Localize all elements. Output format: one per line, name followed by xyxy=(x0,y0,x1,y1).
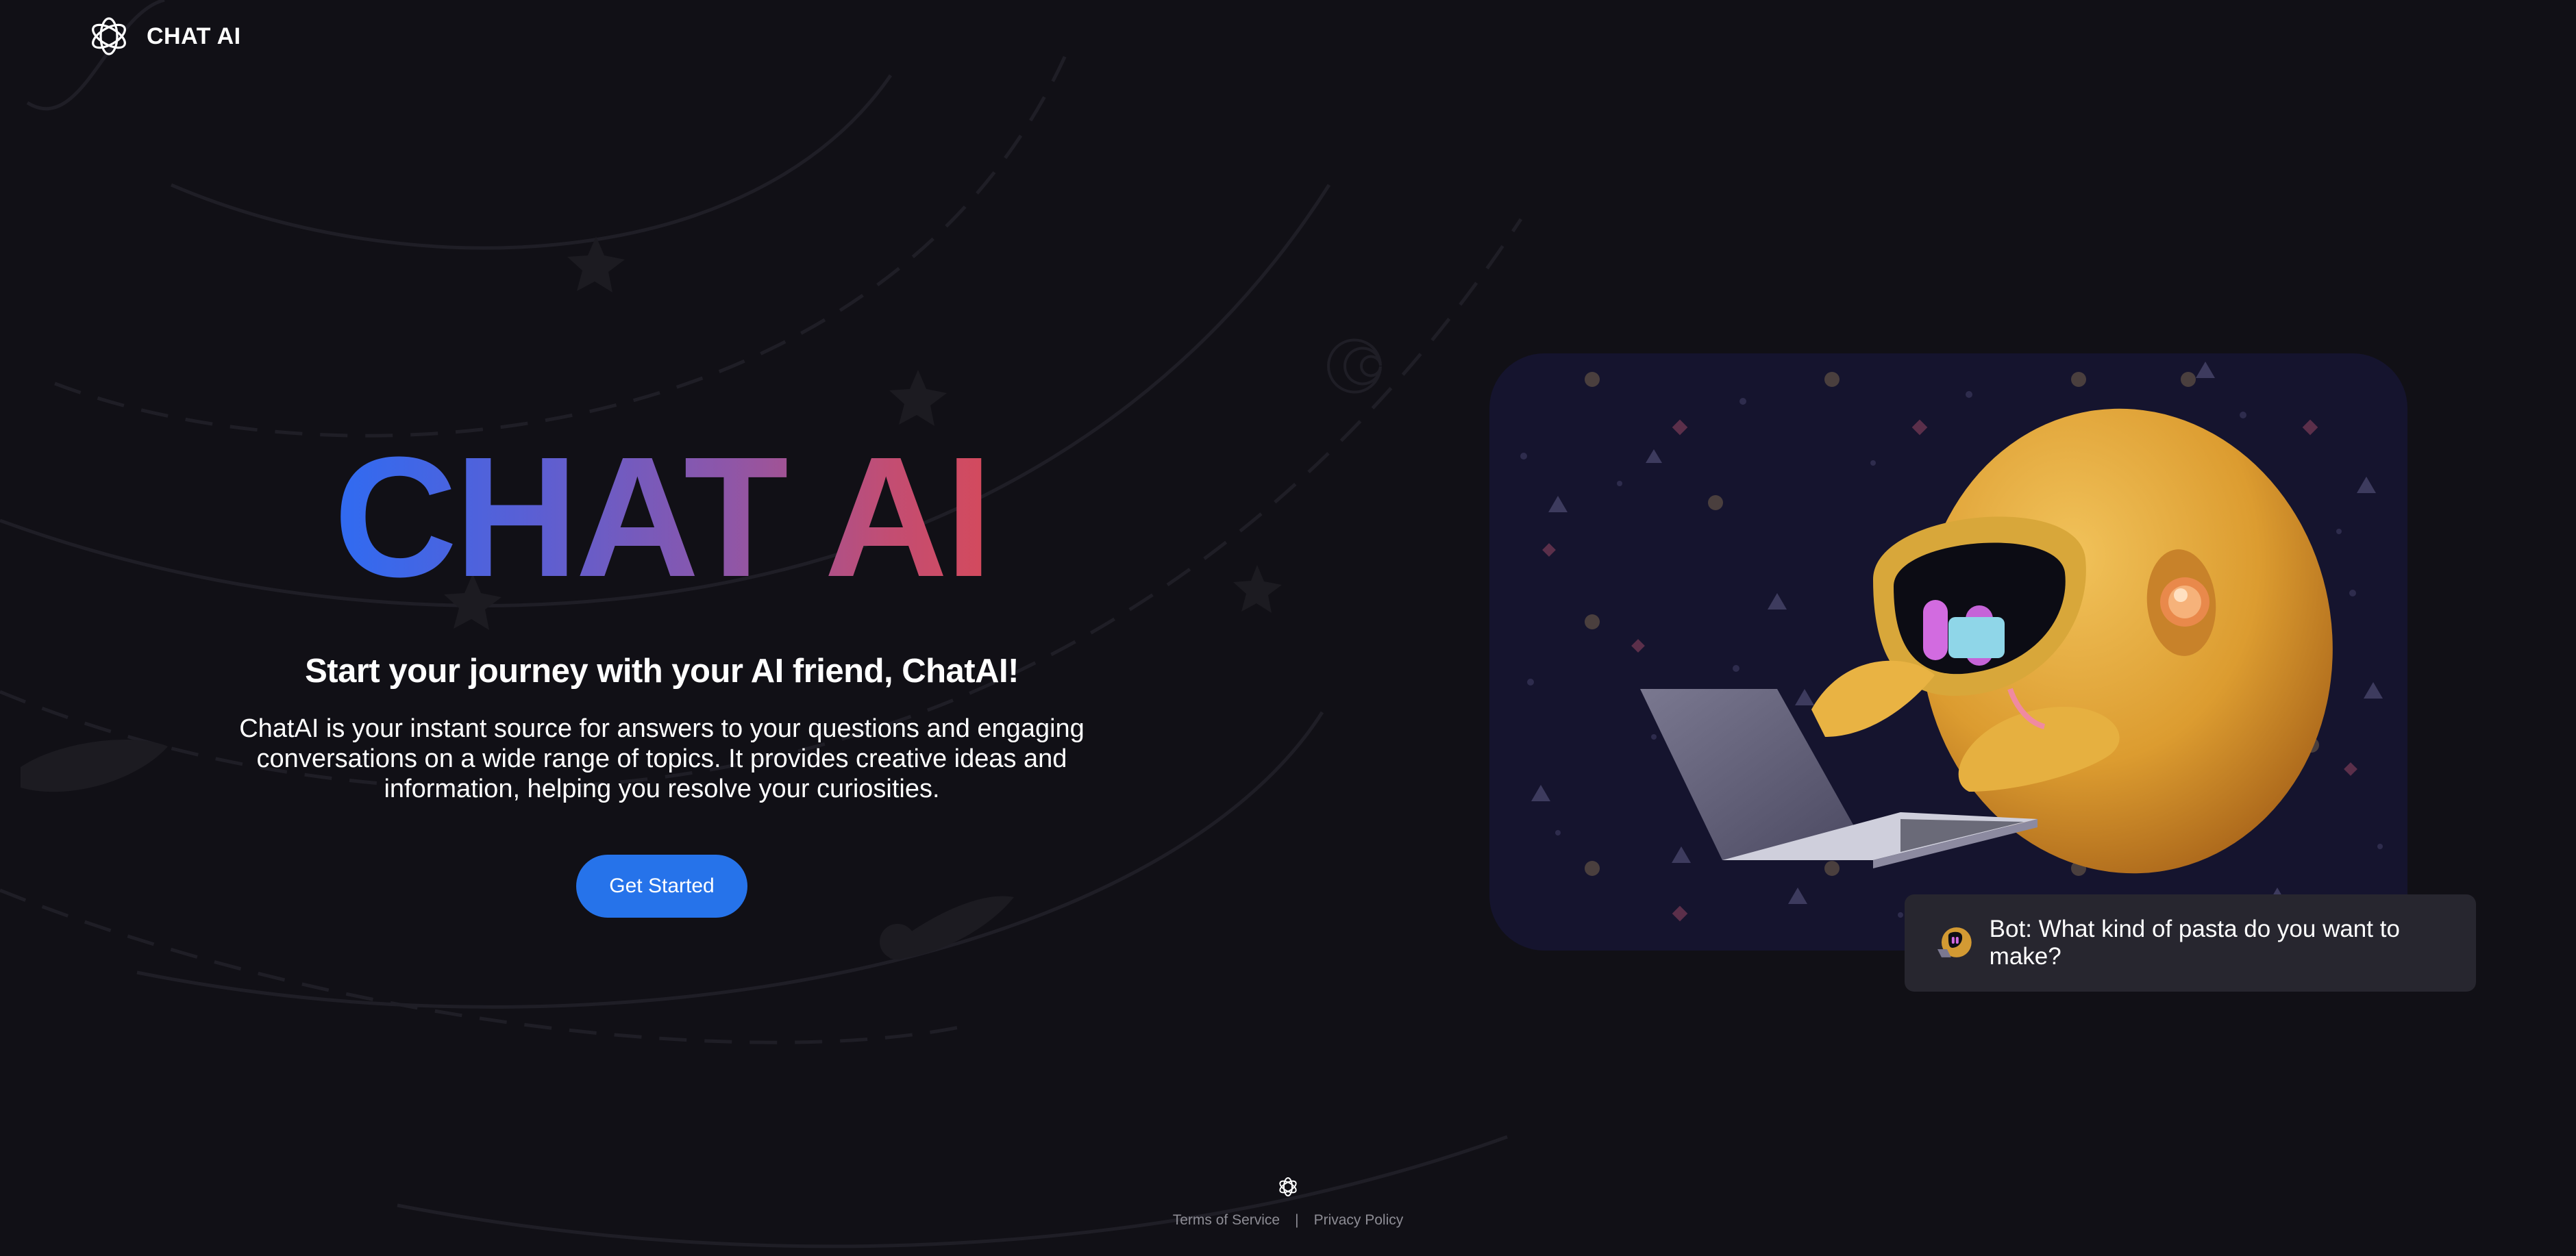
footer-links: Terms of Service | Privacy Policy xyxy=(1173,1212,1404,1229)
robot-illustration xyxy=(1489,353,2407,951)
chat-message-text: Bot: What kind of pasta do you want to m… xyxy=(1989,916,2400,970)
footer: Terms of Service | Privacy Policy xyxy=(0,1175,2576,1229)
hero-subtitle: Start your journey with your AI friend, … xyxy=(305,653,1019,690)
hero-title: CHAT AI xyxy=(334,421,993,612)
hero-section: CHAT AI Start your journey with your AI … xyxy=(206,431,1118,918)
navbar: CHAT AI xyxy=(86,12,241,60)
get-started-button[interactable]: Get Started xyxy=(576,855,747,918)
hero-description: ChatAI is your instant source for answer… xyxy=(239,714,1085,803)
footer-separator: | xyxy=(1295,1212,1299,1228)
terms-of-service-link[interactable]: Terms of Service xyxy=(1173,1212,1280,1229)
footer-logo-icon xyxy=(1279,1177,1297,1196)
bot-avatar-icon xyxy=(1937,927,1972,957)
landing-page: CHAT AI CHAT AI Start your journey with … xyxy=(0,0,2576,1256)
brand-name[interactable]: CHAT AI xyxy=(147,23,241,50)
brand-logo-icon[interactable] xyxy=(86,14,132,59)
robot-with-laptop-image xyxy=(1520,362,2383,932)
privacy-policy-link[interactable]: Privacy Policy xyxy=(1314,1212,1404,1229)
chat-preview-bubble: Bot: What kind of pasta do you want to m… xyxy=(1905,894,2476,992)
